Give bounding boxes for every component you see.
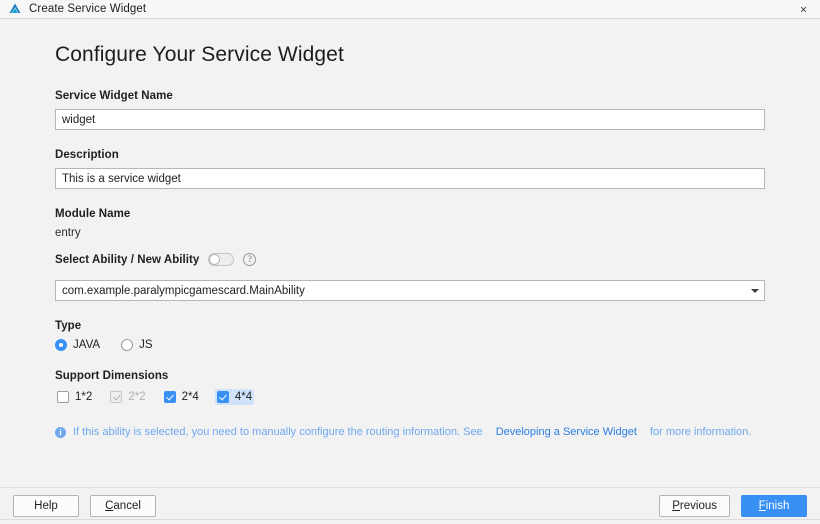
checkbox-label: 1*2 [75, 391, 93, 403]
support-dimensions-label: Support Dimensions [55, 370, 169, 382]
info-icon: i [55, 426, 66, 438]
note-text-after: for more information. [649, 426, 752, 438]
footer-left-actions: Help Cancel [13, 495, 156, 517]
radio-label: JAVA [73, 339, 101, 351]
new-ability-toggle[interactable] [208, 253, 235, 266]
finish-button[interactable]: Finish [741, 495, 807, 517]
footer-right-actions: Previous Finish [659, 495, 807, 517]
window-title: Create Service Widget [29, 3, 147, 15]
radio-option-js[interactable]: JS [121, 339, 152, 351]
developing-service-widget-link[interactable]: Developing a Service Widget [496, 426, 637, 438]
finish-rest: inish [765, 500, 790, 512]
chevron-down-icon [746, 288, 764, 293]
module-name-label: Module Name [55, 208, 131, 220]
checkbox-option-2x2: 2*2 [108, 389, 147, 405]
routing-info-note: i If this ability is selected, you need … [55, 426, 765, 438]
radio-indicator [121, 339, 134, 351]
select-ability-row: Select Ability / New Ability ? [55, 253, 765, 266]
toggle-knob [209, 254, 221, 265]
type-radio-group: JAVA JS [55, 339, 765, 351]
checkbox-label: 2*2 [128, 391, 146, 403]
ability-select-value: com.example.paralympicgamescard.MainAbil… [62, 284, 305, 297]
page-title: Configure Your Service Widget [55, 43, 344, 66]
checkbox-option-1x2[interactable]: 1*2 [55, 389, 94, 405]
form-content: Configure Your Service Widget Service Wi… [55, 43, 765, 438]
help-button[interactable]: Help [13, 495, 79, 517]
title-bar: Create Service Widget × [0, 0, 820, 19]
radio-indicator [55, 339, 67, 351]
description-input[interactable] [55, 168, 765, 189]
previous-button[interactable]: Previous [659, 495, 730, 517]
checkbox-option-2x4[interactable]: 2*4 [162, 389, 201, 405]
description-label: Description [55, 149, 119, 161]
radio-option-java[interactable]: JAVA [55, 339, 100, 351]
deveco-logo-icon [9, 3, 21, 14]
service-widget-name-input[interactable] [55, 109, 765, 130]
dialog-body: Configure Your Service Widget Service Wi… [0, 19, 820, 487]
checkbox-indicator [163, 391, 176, 403]
window-bottom-strip [0, 519, 820, 524]
close-icon[interactable]: × [797, 3, 810, 16]
type-label: Type [55, 320, 82, 332]
checkbox-indicator [57, 391, 69, 403]
checkbox-label: 2*4 [181, 391, 199, 403]
checkbox-indicator [110, 391, 123, 403]
create-service-widget-dialog: Create Service Widget × Configure Your S… [0, 0, 820, 524]
cancel-button[interactable]: Cancel [90, 495, 156, 517]
cancel-rest: ancel [113, 500, 141, 512]
cancel-mnemonic: C [105, 500, 114, 512]
radio-label: JS [139, 339, 153, 351]
select-ability-label: Select Ability / New Ability [55, 253, 200, 266]
finish-mnemonic: F [758, 500, 766, 512]
note-text-before: If this ability is selected, you need to… [73, 426, 483, 438]
checkbox-indicator [216, 391, 229, 403]
module-name-value: entry [55, 227, 81, 239]
previous-rest: revious [679, 500, 717, 512]
support-dimensions-group: 1*2 2*2 2*4 4*4 [55, 389, 765, 405]
checkbox-label: 4*4 [234, 391, 253, 403]
service-widget-name-label: Service Widget Name [55, 90, 173, 102]
ability-select[interactable]: com.example.paralympicgamescard.MainAbil… [55, 280, 765, 301]
previous-mnemonic: P [672, 500, 680, 512]
checkbox-option-4x4[interactable]: 4*4 [214, 389, 255, 405]
help-icon[interactable]: ? [243, 253, 257, 266]
